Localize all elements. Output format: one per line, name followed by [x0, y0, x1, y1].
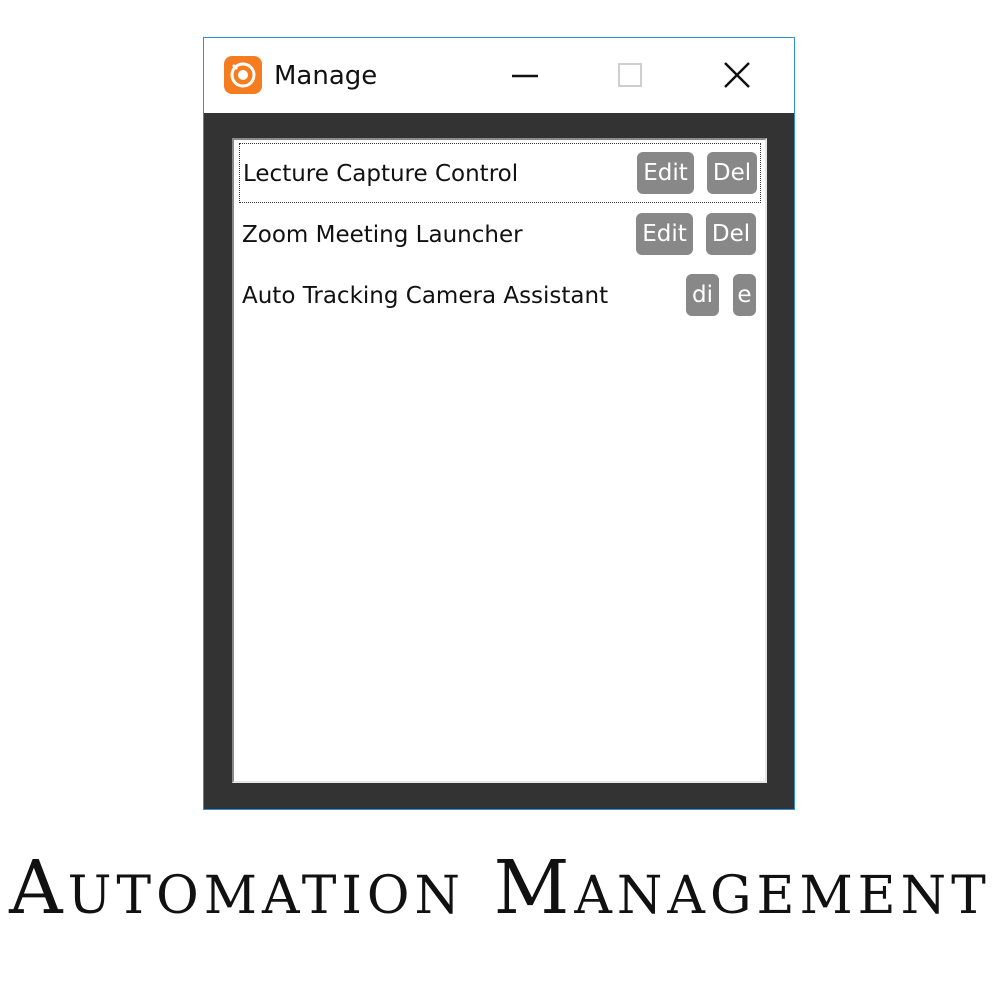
window-title: Manage [274, 61, 378, 91]
delete-button[interactable]: Del [707, 152, 757, 194]
list-item[interactable]: Auto Tracking Camera Assistant di e [239, 266, 761, 326]
caption: Automation Management [9, 845, 991, 931]
title-bar[interactable]: Manage [204, 38, 794, 113]
edit-button[interactable]: di [686, 274, 719, 316]
minimize-icon[interactable] [500, 52, 550, 98]
delete-button[interactable]: e [733, 274, 756, 316]
list-item-label: Auto Tracking Camera Assistant [242, 283, 609, 309]
app-icon [224, 56, 262, 94]
list-item-label: Lecture Capture Control [243, 161, 519, 187]
manage-window: Manage Lecture Capture Control Edit Del … [203, 37, 795, 810]
maximize-icon[interactable] [604, 52, 654, 98]
edit-button[interactable]: Edit [636, 213, 693, 255]
list-item[interactable]: Lecture Capture Control Edit Del [239, 143, 761, 203]
list-item-label: Zoom Meeting Launcher [242, 222, 523, 248]
delete-button[interactable]: Del [706, 213, 756, 255]
list-item[interactable]: Zoom Meeting Launcher Edit Del [239, 205, 761, 265]
automation-list: Lecture Capture Control Edit Del Zoom Me… [232, 138, 767, 783]
close-icon[interactable] [712, 52, 762, 98]
edit-button[interactable]: Edit [637, 152, 694, 194]
